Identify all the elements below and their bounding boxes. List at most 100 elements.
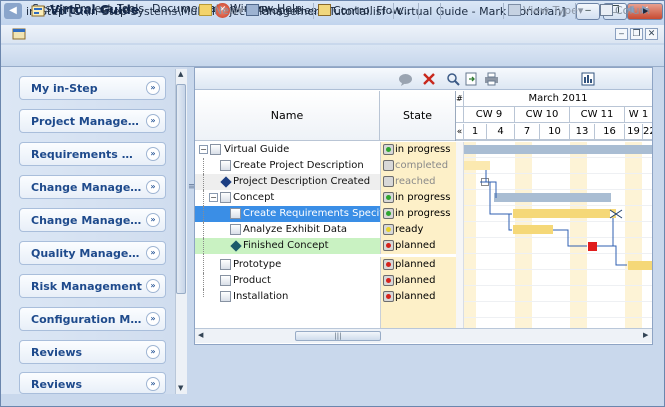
- gantt-chart[interactable]: [456, 142, 652, 328]
- table-row[interactable]: − Concept in progress: [195, 190, 456, 206]
- milestone-marker-project-description-created[interactable]: [481, 178, 489, 186]
- scroll-down-icon[interactable]: ▼: [178, 384, 183, 392]
- new-icon: [199, 4, 212, 16]
- expand-chevron-icon[interactable]: »: [146, 180, 160, 194]
- view-tab-title[interactable]: Virtual Guide: [50, 3, 139, 17]
- print-icon[interactable]: [484, 72, 499, 86]
- gantt-month-label: March 2011: [464, 91, 652, 107]
- state-label: in progress: [395, 144, 451, 155]
- task-state[interactable]: in progress: [380, 206, 456, 222]
- task-state[interactable]: ready: [380, 222, 456, 238]
- scroll-right-icon[interactable]: ▶: [643, 331, 648, 339]
- task-state[interactable]: planned: [380, 257, 456, 273]
- summary-bar-virtual-guide[interactable]: [464, 145, 652, 154]
- task-state[interactable]: planned: [380, 238, 456, 254]
- project-icon: [31, 5, 45, 17]
- sidebar-item-reviews-2[interactable]: Reviews »: [19, 372, 166, 394]
- task-icon: [220, 259, 231, 270]
- view-type-button[interactable]: View Type▾: [508, 2, 583, 20]
- export-icon[interactable]: [465, 72, 478, 86]
- table-row[interactable]: Finished Concept planned: [195, 238, 456, 254]
- task-bar-create-requirements-specification[interactable]: [513, 209, 616, 218]
- sidebar-item-quality-management[interactable]: Quality Management»: [19, 241, 166, 265]
- table-row-selected[interactable]: Create Requirements Specification in pro…: [195, 206, 456, 222]
- state-dot: [386, 227, 391, 232]
- comment-icon[interactable]: [398, 73, 413, 86]
- task-bar-analyze-exhibit-data[interactable]: [513, 225, 553, 234]
- table-row[interactable]: Analyze Exhibit Data ready: [195, 222, 456, 238]
- table-row[interactable]: Installation planned: [195, 289, 456, 305]
- expand-chevron-icon[interactable]: »: [146, 345, 160, 359]
- sidebar-item-configuration-management[interactable]: Configuration Manage...»: [19, 307, 166, 331]
- mdi-minimize-button[interactable]: ‒: [615, 28, 628, 40]
- sidebar-scroll-thumb[interactable]: [176, 84, 186, 294]
- table-row[interactable]: Prototype planned: [195, 254, 456, 273]
- task-bar-prototype[interactable]: [628, 261, 652, 270]
- task-state[interactable]: planned: [380, 289, 456, 305]
- sidebar-item-reviews[interactable]: Reviews »: [19, 340, 166, 364]
- table-row[interactable]: Project Description Created reached: [195, 174, 456, 190]
- state-label: in progress: [395, 192, 451, 203]
- state-dot: [386, 195, 391, 200]
- properties-button[interactable]: Properties...: [246, 2, 327, 20]
- table-row[interactable]: Create Project Description completed: [195, 158, 456, 174]
- gantt-day-label: 1: [464, 124, 487, 140]
- collapse-icon[interactable]: −: [209, 193, 218, 202]
- task-name: Installation: [233, 291, 289, 302]
- scroll-up-icon[interactable]: ▲: [178, 70, 183, 78]
- summary-bar-concept[interactable]: [494, 193, 611, 202]
- task-icon: [220, 291, 231, 302]
- gantt-collapse-icon[interactable]: «: [456, 124, 464, 140]
- task-state[interactable]: in progress: [380, 142, 456, 158]
- sidebar-item-project-management[interactable]: Project Management»: [19, 109, 166, 133]
- task-state[interactable]: reached: [380, 174, 456, 190]
- state-dot: [386, 211, 391, 216]
- expand-chevron-icon[interactable]: »: [146, 147, 160, 161]
- control-flow-button[interactable]: Control Flow...: [318, 2, 411, 20]
- sidebar-item-change-management-2[interactable]: Change Management»: [19, 208, 166, 232]
- expand-chevron-icon[interactable]: »: [146, 81, 160, 95]
- gantt-day-label: 19: [625, 124, 643, 140]
- sidebar-item-requirements-management[interactable]: Requirements Manage...»: [19, 142, 166, 166]
- sidebar-item-my-in-step[interactable]: My in-Step »: [19, 76, 166, 100]
- expand-chevron-icon[interactable]: »: [146, 213, 160, 227]
- column-header-name[interactable]: Name: [195, 91, 380, 141]
- sidebar-item-change-management[interactable]: Change Management»: [19, 175, 166, 199]
- expand-chevron-icon[interactable]: »: [146, 114, 160, 128]
- table-row[interactable]: − Virtual Guide in progress: [195, 142, 456, 158]
- task-state[interactable]: in progress: [380, 190, 456, 206]
- horizontal-scroll-thumb[interactable]: |||: [295, 331, 381, 341]
- task-state[interactable]: completed: [380, 158, 456, 174]
- table-row[interactable]: Product planned: [195, 273, 456, 289]
- milestone-marker-finished-concept[interactable]: [588, 242, 597, 251]
- expand-chevron-icon[interactable]: »: [146, 246, 160, 260]
- mdi-close-button[interactable]: ✕: [645, 28, 658, 40]
- zoom-icon[interactable]: [446, 72, 460, 86]
- back-arrow-icon[interactable]: ◀: [4, 3, 22, 19]
- toolbar-separator: [313, 3, 314, 19]
- expand-chevron-icon[interactable]: »: [146, 279, 160, 293]
- new-label: New: [214, 4, 238, 17]
- toolbar-overflow-icon[interactable]: ▸: [643, 2, 649, 20]
- delete-icon[interactable]: [423, 73, 435, 85]
- task-icon: [230, 224, 241, 235]
- sidebar-item-risk-management[interactable]: Risk Management »: [19, 274, 166, 298]
- state-label: completed: [395, 160, 449, 171]
- gantt-header: # March 2011 CW 9 CW 10 CW 11 W 1 « 1 4 …: [456, 91, 652, 141]
- column-chart-icon[interactable]: [581, 72, 595, 86]
- horizontal-scrollbar[interactable]: [195, 328, 652, 343]
- gantt-header-spacer: [456, 107, 464, 123]
- mdi-restore-button[interactable]: ❐: [630, 28, 643, 40]
- scroll-left-icon[interactable]: ◀: [198, 331, 203, 339]
- state-dot: [386, 262, 391, 267]
- sidebar-item-label: Quality Management: [31, 247, 143, 260]
- collapse-icon[interactable]: −: [199, 145, 208, 154]
- task-bar-create-project-description[interactable]: [464, 161, 490, 170]
- column-header-state[interactable]: State: [380, 91, 456, 141]
- new-button[interactable]: New▾: [199, 2, 244, 20]
- expand-chevron-icon[interactable]: »: [146, 377, 160, 391]
- expand-chevron-icon[interactable]: »: [146, 312, 160, 326]
- task-state[interactable]: planned: [380, 273, 456, 289]
- splitter[interactable]: [187, 67, 194, 394]
- state-dot: [386, 294, 391, 299]
